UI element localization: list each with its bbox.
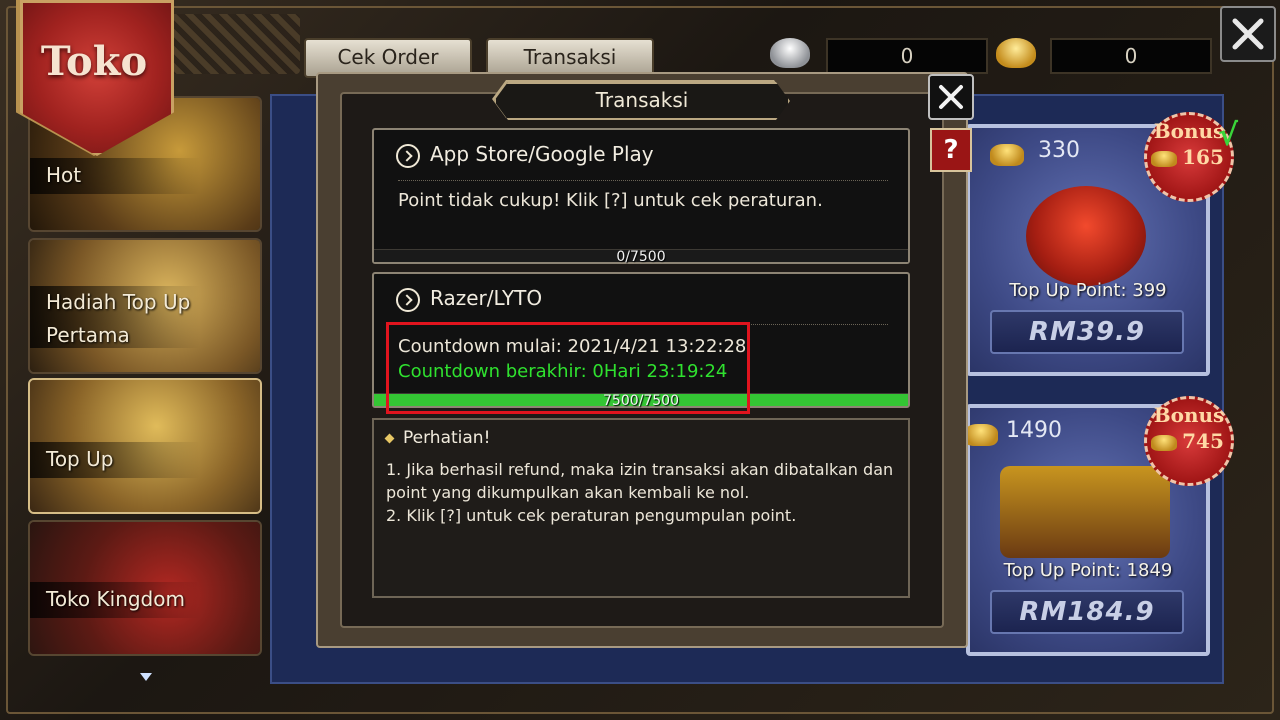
silver-balance: 0 [826,38,988,74]
treasure-chest-image [1000,466,1170,558]
help-button[interactable]: ? [930,128,972,172]
app-store-google-play-section: App Store/Google Play Point tidak cukup!… [372,128,910,265]
sidebar-item-toko-kingdom[interactable]: Toko Kingdom [28,520,262,656]
chevron-right-icon [396,143,420,168]
silver-ingot-icon [770,38,810,68]
bonus-badge: Bonus 745 [1144,396,1234,486]
notice-title: Perhatian! [384,428,490,448]
section-title[interactable]: Razer/LYTO [396,286,542,312]
notice-line: 1. Jika berhasil refund, maka izin trans… [386,460,894,502]
gold-ingot-icon [996,38,1036,68]
highlight-box [386,322,750,414]
bonus-value: 745 [1182,429,1224,453]
price-button[interactable]: RM39.9 [990,310,1184,354]
sidebar-item-label: Top Up [46,447,114,471]
scroll-down-arrow-icon[interactable] [140,673,152,681]
ingot-icon [990,144,1024,166]
frame-ornament [160,14,300,74]
ingot-icon [1151,151,1177,167]
points-message: Point tidak cukup! Klik [?] untuk cek pe… [398,190,823,211]
close-dialog-button[interactable] [928,74,974,120]
diamond-icon [384,433,395,443]
product-amount: 330 [1038,138,1080,163]
ingot-icon [1151,435,1177,451]
category-sidebar: Hot Hadiah Top Up Pertama Top Up Toko Ki… [28,96,262,676]
topup-point-label: Top Up Point: 399 [1009,280,1167,301]
lucky-bag-image [1026,186,1146,286]
sidebar-item-label: Toko Kingdom [46,587,185,611]
chevron-right-icon [396,287,420,312]
close-icon [1232,18,1264,50]
sidebar-item-label: Hadiah Top Up Pertama [46,290,191,347]
section-title[interactable]: App Store/Google Play [396,142,654,168]
close-icon [939,85,963,109]
progress-text: 0/7500 [616,249,666,265]
ingot-icon [964,424,998,446]
dialog-title: Transaksi [494,82,790,120]
price-button[interactable]: RM184.9 [990,590,1184,634]
product-amount: 1490 [1006,418,1062,443]
sidebar-item-top-up[interactable]: Top Up [28,378,262,514]
topup-point-label: Top Up Point: 1849 [1003,560,1173,581]
bonus-label: Bonus [1153,403,1225,427]
sidebar-item-label: Hot [46,163,82,187]
close-shop-button[interactable] [1220,6,1276,62]
notice-box: Perhatian! 1. Jika berhasil refund, maka… [372,418,910,598]
selected-checkmark-icon: √ [1218,118,1239,153]
gold-balance: 0 [1050,38,1212,74]
sidebar-item-hadiah-top-up-pertama[interactable]: Hadiah Top Up Pertama [28,238,262,374]
shop-title: Toko [40,38,148,85]
notice-line: 2. Klik [?] untuk cek peraturan pengumpu… [386,506,797,525]
